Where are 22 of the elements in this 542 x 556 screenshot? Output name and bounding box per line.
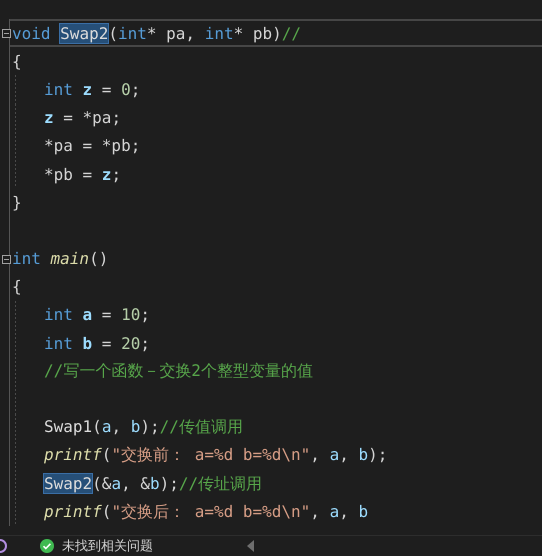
code-line: } xyxy=(12,192,22,212)
code-line: int z = 0; xyxy=(44,80,140,99)
status-message: 未找到相关问题 xyxy=(62,538,153,555)
code-line: { xyxy=(12,52,22,71)
code-line: Swap2(&a, &b);//传址调用 xyxy=(44,474,262,495)
code-line: void Swap2(int* pa, int* pb)// xyxy=(12,24,302,43)
code-line: z = *pa; xyxy=(44,108,122,128)
scroll-left-icon[interactable] xyxy=(247,540,254,552)
code-line: Swap1(a, b);//传值调用 xyxy=(44,417,243,438)
code-line: *pb = z; xyxy=(44,164,122,184)
code-line: int a = 10; xyxy=(44,305,150,324)
code-line: { xyxy=(12,277,22,296)
notification-icon[interactable] xyxy=(0,539,8,553)
code-line: *pa = *pb; xyxy=(44,136,140,156)
collapse-icon[interactable] xyxy=(2,29,11,38)
code-line: int main() xyxy=(12,249,108,268)
code-line: printf("交换后： a=%d b=%d\n", a, b xyxy=(44,502,368,523)
check-icon xyxy=(40,539,54,553)
code-line: //写一个函数－交换2个整型变量的值 xyxy=(44,360,313,382)
collapse-icon[interactable] xyxy=(2,254,11,264)
code-line: printf("交换前： a=%d b=%d\n", a, b); xyxy=(44,445,388,466)
code-line: int b = 20; xyxy=(44,334,150,353)
